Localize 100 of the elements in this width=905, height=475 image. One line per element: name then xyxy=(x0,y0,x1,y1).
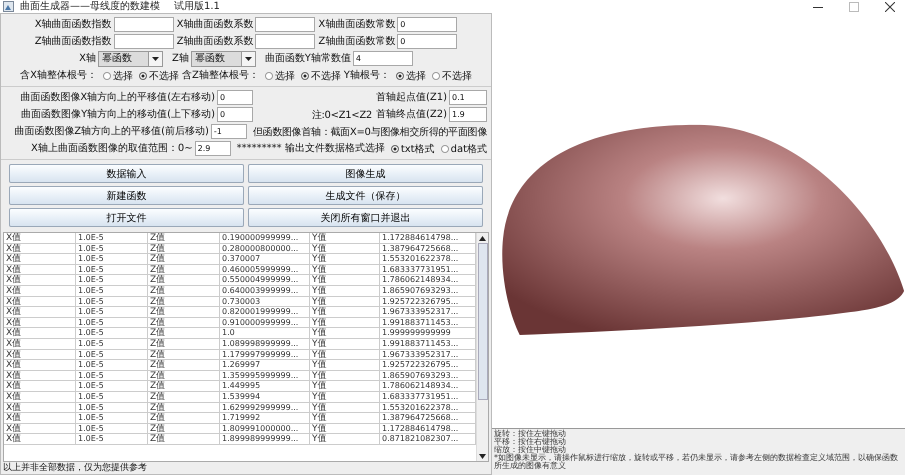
table-cell: 1.0E-5 xyxy=(76,392,148,402)
action-button[interactable]: 数据输入 xyxy=(9,164,244,183)
table-cell: X值 xyxy=(4,264,76,276)
radio-icon[interactable] xyxy=(396,72,404,80)
text-field[interactable] xyxy=(255,17,316,32)
table-cell: X值 xyxy=(4,392,76,402)
text-field[interactable] xyxy=(255,34,316,49)
table-cell: 1.0E-5 xyxy=(76,264,148,276)
table-cell: Y值 xyxy=(310,275,380,286)
radio-label: 不选择 xyxy=(442,70,472,82)
scrollbar-thumb[interactable] xyxy=(478,243,488,400)
field-label: 曲面函数图像Y轴方向上的移动值(上下移动) xyxy=(21,108,215,120)
radio-option[interactable]: 不选择 xyxy=(138,68,179,82)
table-cell: Y值 xyxy=(310,424,380,434)
radio-option[interactable]: 不选择 xyxy=(300,68,341,82)
table-cell: 1.269997 xyxy=(220,360,310,371)
table-cell: 1.0E-5 xyxy=(76,286,148,297)
table-cell: Z值 xyxy=(148,350,220,360)
table-cell: 1.629992999999... xyxy=(220,402,310,414)
radio-option[interactable]: 选择 xyxy=(264,68,295,82)
radio-icon[interactable] xyxy=(264,72,273,80)
action-button[interactable]: 新建函数 xyxy=(9,186,244,205)
table-cell: 1.089998999999... xyxy=(220,338,310,350)
table-cell: 1.0E-5 xyxy=(76,381,148,392)
table-cell: X值 xyxy=(4,307,76,318)
action-button[interactable]: 关闭所有窗口并退出 xyxy=(248,208,483,227)
table-cell: 1.0E-5 xyxy=(76,434,148,445)
text-field[interactable]: 2.9 xyxy=(194,141,231,156)
app-icon xyxy=(3,1,14,12)
radio-group-label: Y轴根号： xyxy=(344,70,390,82)
caret-icon xyxy=(148,52,162,66)
action-button[interactable]: 图像生成 xyxy=(248,164,483,183)
text-field[interactable]: 0 xyxy=(397,34,458,49)
text-field[interactable]: 0.1 xyxy=(449,90,487,105)
table-cell: Z值 xyxy=(148,413,220,424)
table-cell: 1.0E-5 xyxy=(76,307,148,318)
table-cell: Y值 xyxy=(310,328,380,339)
table-cell: X值 xyxy=(4,360,76,371)
scrollbar[interactable] xyxy=(476,233,488,461)
table-cell: 0.190000999999... xyxy=(220,233,310,244)
table-cell: X值 xyxy=(4,244,76,254)
table-cell: 1.0E-5 xyxy=(76,360,148,371)
table-cell: 1.0E-5 xyxy=(76,402,148,414)
radio-option[interactable]: 选择 xyxy=(102,68,133,82)
radio-icon[interactable] xyxy=(300,72,309,80)
text-field[interactable]: 0 xyxy=(217,90,253,105)
table-cell: Y值 xyxy=(310,413,380,424)
text-field[interactable] xyxy=(114,17,174,32)
field-label: 曲面函数图像Z轴方向上的平移值(前后移动) xyxy=(14,126,209,138)
radio-icon[interactable] xyxy=(390,144,399,152)
table-cell: Y值 xyxy=(310,381,380,392)
field-label: 曲面函数图像X轴方向上的平移值(左右移动) xyxy=(20,92,215,104)
table-cell: 0.730003 xyxy=(220,296,310,308)
table-cell: Z值 xyxy=(148,381,220,392)
text-field[interactable]: -1 xyxy=(210,124,247,139)
radio-icon[interactable] xyxy=(138,72,147,80)
table-cell: 0.370007 xyxy=(220,254,310,265)
table-cell: Z值 xyxy=(148,360,220,371)
radio-label: txt格式 xyxy=(400,142,435,156)
table-cell: Z值 xyxy=(148,286,220,297)
table-cell: 1.0E-5 xyxy=(76,328,148,339)
action-button[interactable]: 生成文件（保存） xyxy=(248,186,483,205)
action-button[interactable]: 打开文件 xyxy=(9,208,244,227)
radio-option[interactable]: 选择 xyxy=(396,68,426,82)
radio-icon[interactable] xyxy=(440,144,449,152)
radio-option[interactable]: txt格式 xyxy=(390,142,435,156)
note-text: 注:0<Z1<Z2 xyxy=(312,108,372,122)
version-label: 试用版1.1 xyxy=(174,0,220,12)
radio-group-label: 含X轴整体根号： xyxy=(20,70,97,82)
text-field[interactable]: 1.9 xyxy=(449,107,487,122)
radio-option[interactable]: dat格式 xyxy=(440,142,487,156)
field-label: X轴曲面函数指数 xyxy=(34,18,112,30)
dropdown[interactable]: 幂函数 xyxy=(98,50,163,66)
radio-label: 不选择 xyxy=(310,70,341,82)
dropdown[interactable]: 幂函数 xyxy=(190,50,256,66)
text-field[interactable]: 0 xyxy=(217,107,253,122)
table-cell: 1.0E-5 xyxy=(76,350,148,360)
field-label: X轴曲面函数常数 xyxy=(318,18,396,30)
table-cell: Y值 xyxy=(310,233,380,244)
console-note: *如图像未显示，请操作鼠标进行缩放，旋转或平移，若仍未显示，请参考左侧的数据检查定义域范围，以确保函数所生成的图像有意义 xyxy=(494,454,899,470)
table-cell: X值 xyxy=(4,338,76,350)
table-cell: Y值 xyxy=(310,338,380,350)
radio-option[interactable]: 不选择 xyxy=(432,68,472,82)
table-cell: Y值 xyxy=(310,370,380,382)
text-field[interactable] xyxy=(114,34,174,49)
close-icon[interactable] xyxy=(885,2,895,12)
radio-icon[interactable] xyxy=(102,72,111,80)
table-cell: Y值 xyxy=(310,350,380,360)
table-cell: 1.179997999999... xyxy=(220,350,310,360)
table-cell: 1.0E-5 xyxy=(76,233,148,244)
radio-icon[interactable] xyxy=(432,72,440,80)
maximize-icon[interactable] xyxy=(849,2,859,12)
scroll-down-icon[interactable] xyxy=(477,451,488,461)
status-text: 以上并非全部数据，仅为您提供参考 xyxy=(2,462,148,474)
table-cell: 1.0E-5 xyxy=(76,275,148,286)
text-field[interactable]: 4 xyxy=(352,51,413,66)
field-label: 首轴起点值(Z1) xyxy=(376,92,447,104)
text-field[interactable]: 0 xyxy=(397,17,458,32)
table-cell: X值 xyxy=(4,424,76,434)
table-cell: 1.0E-5 xyxy=(76,254,148,265)
